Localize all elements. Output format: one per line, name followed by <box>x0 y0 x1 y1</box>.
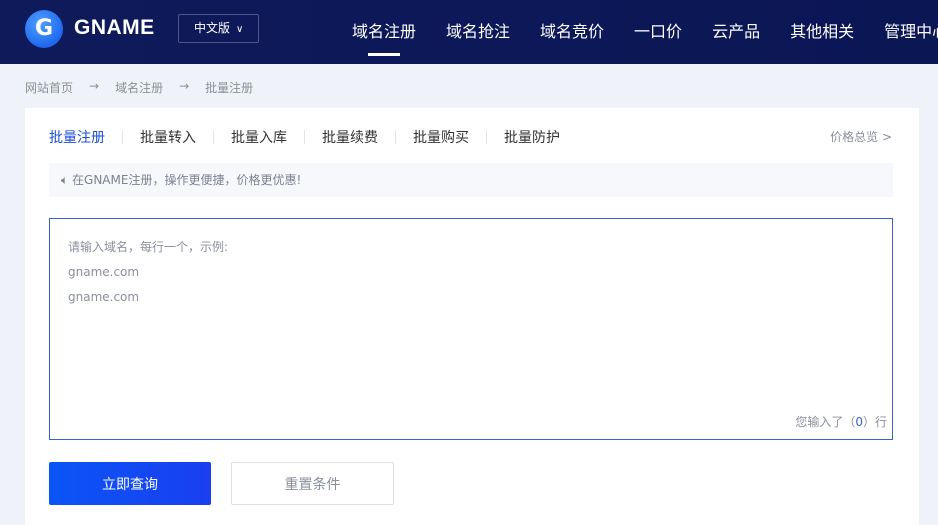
chevron-right-icon: > <box>881 130 892 144</box>
tab-bulk-buy[interactable]: 批量购买 <box>413 127 469 147</box>
textarea-placeholder: 请输入域名，每行一个，示例: gname.com gname.com <box>68 240 229 304</box>
bulk-tabs: 批量注册 批量转入 批量入库 批量续费 批量购买 批量防护 <box>49 127 560 147</box>
tab-bulk-renew[interactable]: 批量续费 <box>322 127 378 147</box>
breadcrumb: 网站首页 → 域名注册 → 批量注册 <box>25 79 253 96</box>
language-label: 中文版 <box>194 21 231 35</box>
tab-bulk-import[interactable]: 批量入库 <box>231 127 287 147</box>
divider <box>213 130 214 144</box>
tab-bulk-register[interactable]: 批量注册 <box>49 127 105 147</box>
reset-button[interactable]: 重置条件 <box>231 462 394 505</box>
nav-fixed-price[interactable]: 一口价 <box>634 18 682 42</box>
tab-bulk-transfer[interactable]: 批量转入 <box>140 127 196 147</box>
breadcrumb-home[interactable]: 网站首页 <box>25 79 73 96</box>
language-select[interactable]: 中文版 ∨ <box>178 14 259 43</box>
notice-text: 在GNAME注册，操作更便捷，价格更优惠! <box>72 173 302 187</box>
breadcrumb-domain-register[interactable]: 域名注册 <box>115 79 163 96</box>
notice-bar: 🔈︎ 在GNAME注册，操作更便捷，价格更优惠! <box>49 163 893 197</box>
nav-management[interactable]: 管理中心 <box>884 18 938 42</box>
price-overview-link[interactable]: 价格总览 > <box>830 128 892 145</box>
content-panel: 批量注册 批量转入 批量入库 批量续费 批量购买 批量防护 价格总览 > 🔈︎ … <box>25 108 919 525</box>
line-count: 您输入了（0）行 <box>795 413 887 430</box>
nav-cloud-products[interactable]: 云产品 <box>712 18 760 42</box>
divider <box>486 130 487 144</box>
divider <box>304 130 305 144</box>
line-count-prefix: 您输入了（ <box>795 415 856 429</box>
chevron-down-icon: ∨ <box>236 24 244 35</box>
nav-domain-auction[interactable]: 域名竞价 <box>540 18 604 42</box>
brand-name[interactable]: GNAME <box>74 16 155 40</box>
divider <box>122 130 123 144</box>
breadcrumb-arrow-icon: → <box>89 79 100 93</box>
nav-other[interactable]: 其他相关 <box>790 18 854 42</box>
main-nav: 域名注册 域名抢注 域名竞价 一口价 云产品 其他相关 管理中心 <box>352 18 938 56</box>
top-navbar: G GNAME 中文版 ∨ 域名注册 域名抢注 域名竞价 一口价 云产品 其他相关… <box>0 0 938 64</box>
gname-logo-icon[interactable]: G <box>25 10 63 48</box>
breadcrumb-current: 批量注册 <box>205 81 254 95</box>
nav-domain-backorder[interactable]: 域名抢注 <box>446 18 510 42</box>
divider <box>395 130 396 144</box>
query-button[interactable]: 立即查询 <box>49 462 211 505</box>
nav-domain-register[interactable]: 域名注册 <box>352 18 416 56</box>
tab-bulk-protect[interactable]: 批量防护 <box>504 127 560 147</box>
domain-textarea[interactable]: 请输入域名，每行一个，示例: gname.com gname.com 您输入了（… <box>49 218 893 440</box>
price-overview-label: 价格总览 <box>830 130 879 144</box>
line-count-value: 0 <box>855 415 863 429</box>
line-count-suffix: ）行 <box>862 415 887 429</box>
breadcrumb-arrow-icon: → <box>179 79 190 93</box>
speaker-icon: 🔈︎ <box>61 173 69 187</box>
